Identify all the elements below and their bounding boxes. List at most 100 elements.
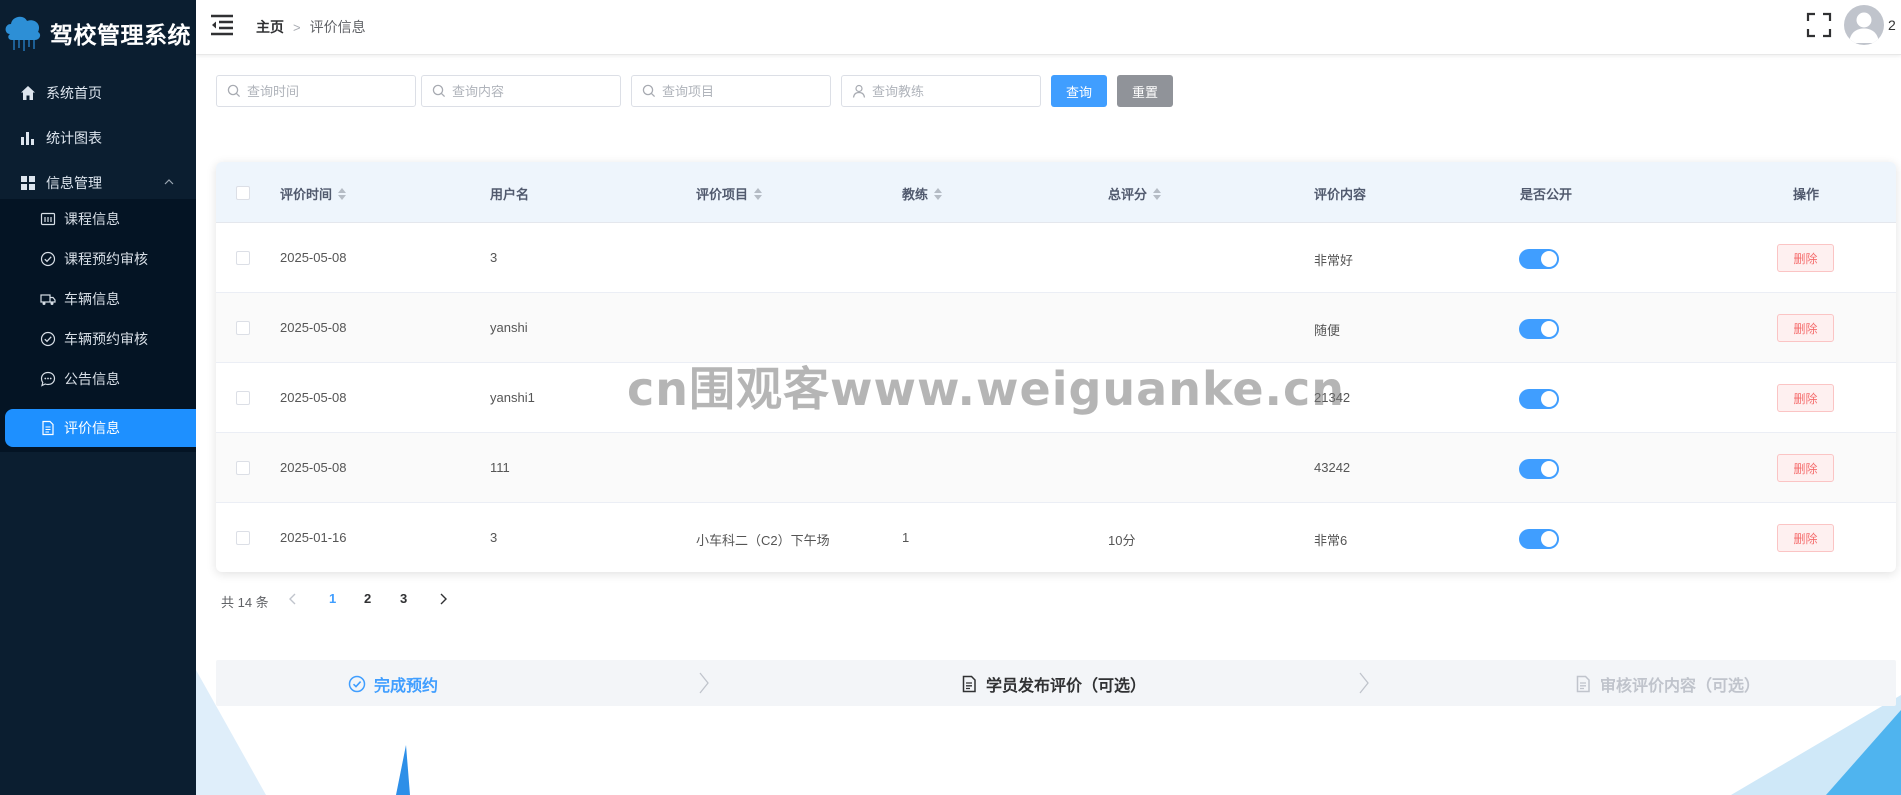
- step-label: 完成预约: [374, 678, 439, 695]
- column-header-content: 评价内容: [1314, 184, 1366, 203]
- table-row: 2025-01-16 3 小车科二（C2）下午场 1 10分 非常6 删除: [216, 503, 1896, 572]
- column-header-project[interactable]: 评价项目: [696, 184, 763, 203]
- brand-title: 驾校管理系统: [50, 22, 191, 48]
- cell-time: 2025-05-08: [280, 390, 347, 405]
- search-project-field[interactable]: [662, 83, 812, 99]
- select-all-checkbox[interactable]: [236, 186, 250, 200]
- user-name[interactable]: 2: [1888, 17, 1896, 33]
- column-header-coach[interactable]: 教练: [902, 184, 943, 203]
- truck-icon: [40, 291, 56, 307]
- search-icon: [642, 84, 656, 98]
- search-time-input[interactable]: [216, 75, 416, 107]
- cell-content: 随便: [1314, 323, 1341, 338]
- bar-chart-icon: [20, 130, 36, 146]
- cell-time: 2025-05-08: [280, 320, 347, 335]
- search-content-input[interactable]: [421, 75, 621, 107]
- check-circle-icon: [40, 251, 56, 267]
- home-icon: [20, 85, 36, 101]
- table-row: 2025-05-08 yanshi1 21342 删除: [216, 363, 1896, 433]
- column-header-label: 评价时间: [280, 187, 333, 202]
- cell-content: 43242: [1314, 460, 1351, 475]
- table-row: 2025-05-08 3 非常好 删除: [216, 223, 1896, 293]
- row-checkbox[interactable]: [236, 391, 250, 405]
- chevron-right-icon: [1359, 672, 1369, 694]
- delete-button[interactable]: 删除: [1777, 454, 1834, 482]
- step-current: 学员发布评价（可选）: [960, 672, 1146, 696]
- public-toggle[interactable]: [1519, 319, 1559, 339]
- sidebar-item-vehicle-review[interactable]: 车辆预约审核: [0, 319, 196, 359]
- review-steps: 完成预约 学员发布评价（可选） 审核评价内容（可选）: [216, 660, 1896, 706]
- sidebar-item-label: 信息管理: [46, 174, 102, 191]
- column-header-score[interactable]: 总评分: [1108, 184, 1162, 203]
- search-time-field[interactable]: [247, 83, 397, 99]
- sidebar-item-courses[interactable]: 课程信息: [0, 199, 196, 239]
- sort-icon: [754, 187, 763, 200]
- search-coach-field[interactable]: [872, 83, 1022, 99]
- grid-icon: [20, 175, 36, 191]
- search-project-input[interactable]: [631, 75, 831, 107]
- fullscreen-icon[interactable]: [1806, 12, 1832, 38]
- row-checkbox[interactable]: [236, 251, 250, 265]
- pagination-total: 共 14 条: [221, 595, 269, 610]
- document-icon: [1574, 675, 1592, 693]
- breadcrumb-home[interactable]: 主页: [256, 17, 284, 37]
- column-header-label: 是否公开: [1520, 187, 1573, 202]
- reset-button[interactable]: 重置: [1117, 75, 1173, 107]
- sidebar-item-course-review[interactable]: 课程预约审核: [0, 239, 196, 279]
- sidebar-item-label: 课程预约审核: [64, 251, 148, 267]
- cell-time: 2025-05-08: [280, 250, 347, 265]
- delete-button[interactable]: 删除: [1777, 384, 1834, 412]
- app-root: 驾校管理系统 系统首页 统计图表 信息管理 课程信息 课程预约审核 车辆信息 车…: [0, 0, 1901, 795]
- public-toggle[interactable]: [1519, 529, 1559, 549]
- row-checkbox[interactable]: [236, 321, 250, 335]
- document-icon: [960, 675, 978, 693]
- cell-time: 2025-05-08: [280, 460, 347, 475]
- step-label: 学员发布评价（可选）: [986, 678, 1147, 695]
- column-header-label: 教练: [902, 187, 929, 202]
- sidebar-item-label: 车辆预约审核: [64, 331, 148, 347]
- sidebar-item-announcements[interactable]: 公告信息: [0, 359, 196, 399]
- breadcrumb-current: 评价信息: [309, 19, 366, 35]
- row-checkbox[interactable]: [236, 461, 250, 475]
- delete-button[interactable]: 删除: [1777, 314, 1834, 342]
- page-1[interactable]: 1: [329, 591, 336, 606]
- public-toggle[interactable]: [1519, 249, 1559, 269]
- sidebar-item-label: 评价信息: [64, 420, 120, 436]
- cell-user: 3: [490, 530, 498, 545]
- header: 主页 > 评价信息 2: [196, 0, 1901, 55]
- cell-user: 111: [490, 460, 510, 475]
- reviews-table: 评价时间 用户名 评价项目 教练 总评分 评价内容 是否公开 操作 2025-0…: [216, 162, 1896, 572]
- breadcrumb: 主页 > 评价信息: [256, 17, 366, 37]
- cell-user: yanshi: [490, 320, 528, 335]
- step-label: 审核评价内容（可选）: [1600, 678, 1761, 695]
- sidebar-item-vehicles[interactable]: 车辆信息: [0, 279, 196, 319]
- sidebar-submenu: 课程信息 课程预约审核 车辆信息 车辆预约审核 公告信息 评价信息: [0, 199, 196, 452]
- sidebar-item-reviews[interactable]: 评价信息: [5, 409, 196, 447]
- chevron-right-icon[interactable]: [437, 592, 449, 606]
- delete-button[interactable]: 删除: [1777, 244, 1834, 272]
- search-content-field[interactable]: [452, 83, 602, 99]
- public-toggle[interactable]: [1519, 389, 1559, 409]
- sort-icon: [934, 187, 943, 200]
- search-coach-input[interactable]: [841, 75, 1041, 107]
- avatar[interactable]: [1844, 5, 1884, 45]
- column-header-label: 评价内容: [1314, 187, 1367, 202]
- step-completed: 完成预约: [348, 672, 438, 696]
- page-3[interactable]: 3: [400, 591, 407, 606]
- chat-icon: [40, 371, 56, 387]
- query-button[interactable]: 查询: [1051, 75, 1107, 107]
- delete-button[interactable]: 删除: [1777, 524, 1834, 552]
- sidebar-item-home[interactable]: 系统首页: [0, 70, 196, 115]
- menu-fold-icon[interactable]: [210, 14, 234, 36]
- sidebar-item-label: 公告信息: [64, 371, 120, 387]
- row-checkbox[interactable]: [236, 531, 250, 545]
- cloud-logo-icon: [5, 16, 41, 51]
- public-toggle[interactable]: [1519, 459, 1559, 479]
- chevron-left-icon[interactable]: [287, 592, 299, 606]
- search-icon: [227, 84, 241, 98]
- column-header-time[interactable]: 评价时间: [280, 184, 347, 203]
- chevron-up-icon: [164, 179, 174, 185]
- cell-project: 小车科二（C2）下午场: [696, 533, 830, 548]
- sidebar-item-charts[interactable]: 统计图表: [0, 115, 196, 160]
- page-2[interactable]: 2: [364, 591, 371, 606]
